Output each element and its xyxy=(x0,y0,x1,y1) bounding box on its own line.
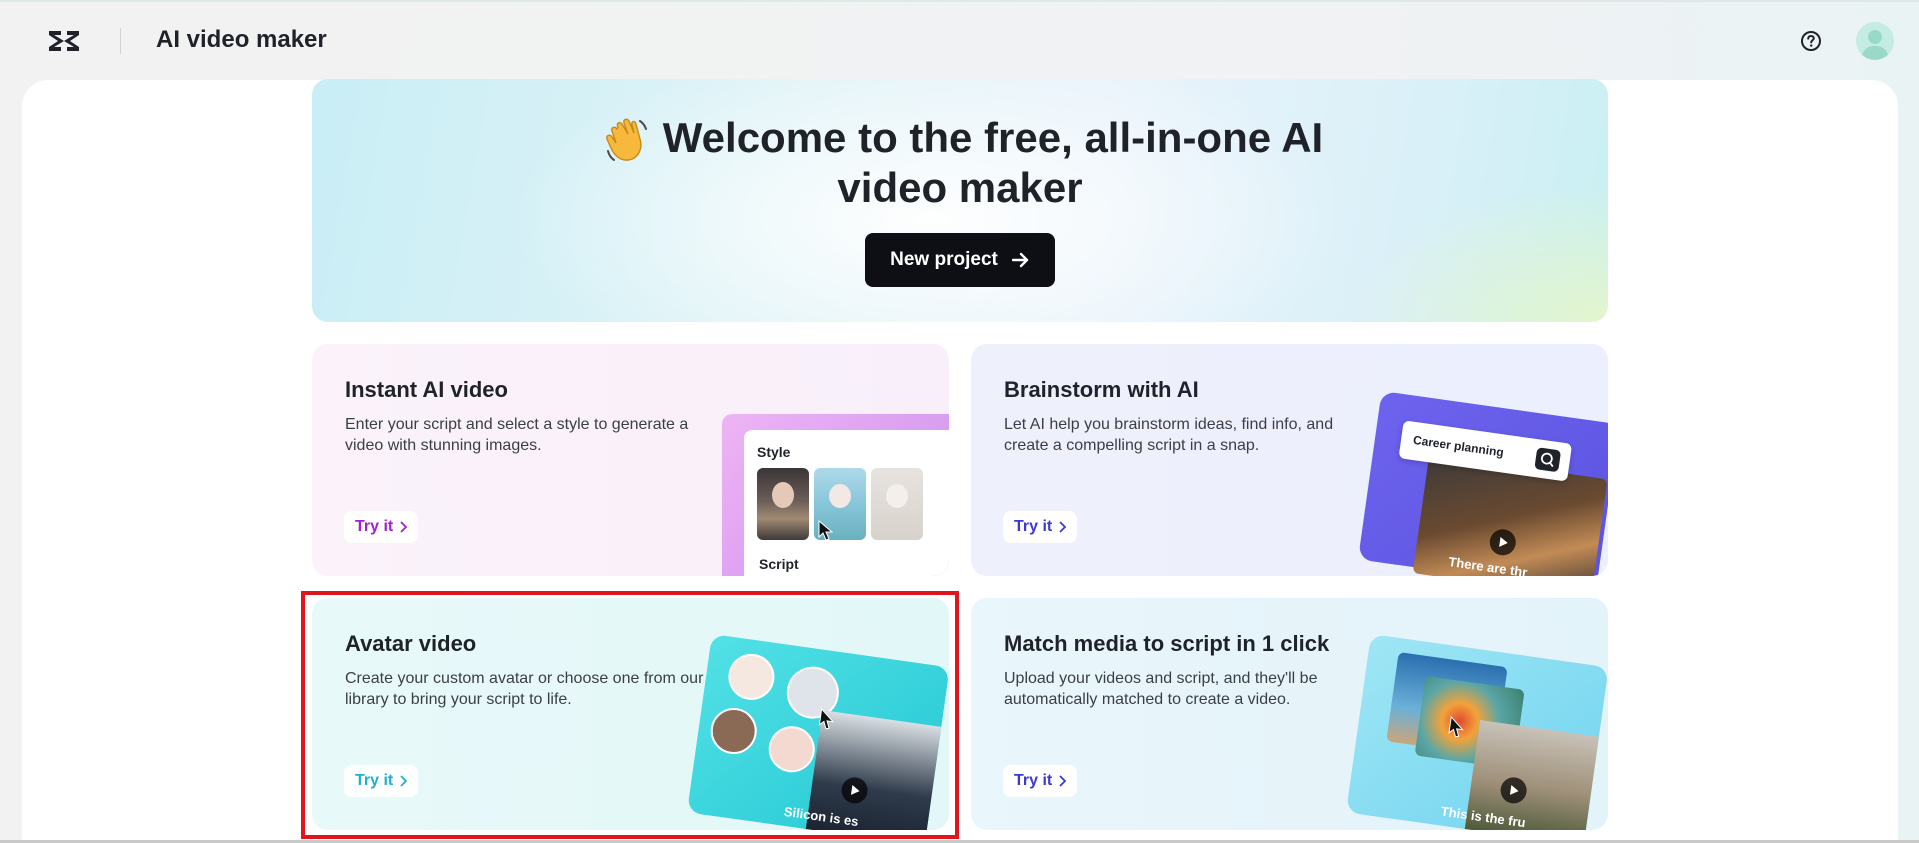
cursor-icon xyxy=(818,520,834,541)
hero-title-line-2: video maker xyxy=(837,164,1083,211)
app-title: AI video maker xyxy=(156,26,327,53)
try-it-label: Try it xyxy=(1014,772,1053,789)
try-it-button[interactable]: Try it xyxy=(344,511,419,543)
style-thumbnail xyxy=(871,468,923,540)
top-border xyxy=(0,0,1919,2)
cursor-icon xyxy=(1448,715,1464,738)
play-icon xyxy=(1488,527,1518,557)
card-title: Match media to script in 1 click xyxy=(1004,631,1330,656)
try-it-label: Try it xyxy=(355,518,394,535)
card-match-media-to-script[interactable]: Match media to script in 1 click Upload … xyxy=(971,598,1608,830)
hero-title-line-1: Welcome to the free, all-in-one AI xyxy=(662,114,1324,161)
brainstorm-illustration: Career planning There are thr xyxy=(1333,380,1608,576)
play-icon xyxy=(1498,775,1529,806)
question-circle-icon[interactable] xyxy=(1800,30,1822,52)
try-it-button[interactable]: Try it xyxy=(1003,765,1078,797)
hero-title: Welcome to the free, all-in-one AI video… xyxy=(312,113,1608,213)
card-instant-ai-video[interactable]: Instant AI video Enter your script and s… xyxy=(312,344,949,576)
card-title: Brainstorm with AI xyxy=(1004,377,1199,402)
card-brainstorm-with-ai[interactable]: Brainstorm with AI Let AI help you brain… xyxy=(971,344,1608,576)
search-icon xyxy=(1534,447,1562,473)
style-label: Style xyxy=(757,444,791,460)
card-description: Upload your videos and script, and they'… xyxy=(1004,670,1318,708)
capcut-logo-icon[interactable] xyxy=(46,26,82,56)
user-avatar-icon[interactable] xyxy=(1856,22,1894,60)
try-it-label: Try it xyxy=(1014,518,1053,535)
chevron-right-icon xyxy=(1059,521,1067,533)
match-media-illustration: This is the fru xyxy=(1343,634,1608,830)
instant-video-illustration: Style Script xyxy=(722,414,949,576)
card-description: Let AI help you brainstorm ideas, find i… xyxy=(1004,416,1334,454)
header-divider xyxy=(120,28,121,54)
script-label: Script xyxy=(759,556,799,572)
card-description: Enter your script and select a style to … xyxy=(345,416,689,454)
card-title: Instant AI video xyxy=(345,377,508,402)
chevron-right-icon xyxy=(1059,775,1067,787)
search-text: Career planning xyxy=(1412,432,1505,460)
new-project-button[interactable]: New project xyxy=(865,233,1055,287)
selection-highlight xyxy=(301,591,959,839)
chevron-right-icon xyxy=(400,521,408,533)
try-it-button[interactable]: Try it xyxy=(1003,511,1078,543)
arrow-right-icon xyxy=(1011,252,1029,268)
new-project-label: New project xyxy=(890,249,998,270)
hero-banner: Welcome to the free, all-in-one AI video… xyxy=(312,79,1608,322)
style-thumbnail xyxy=(757,468,809,540)
top-bar: AI video maker xyxy=(0,0,1919,80)
